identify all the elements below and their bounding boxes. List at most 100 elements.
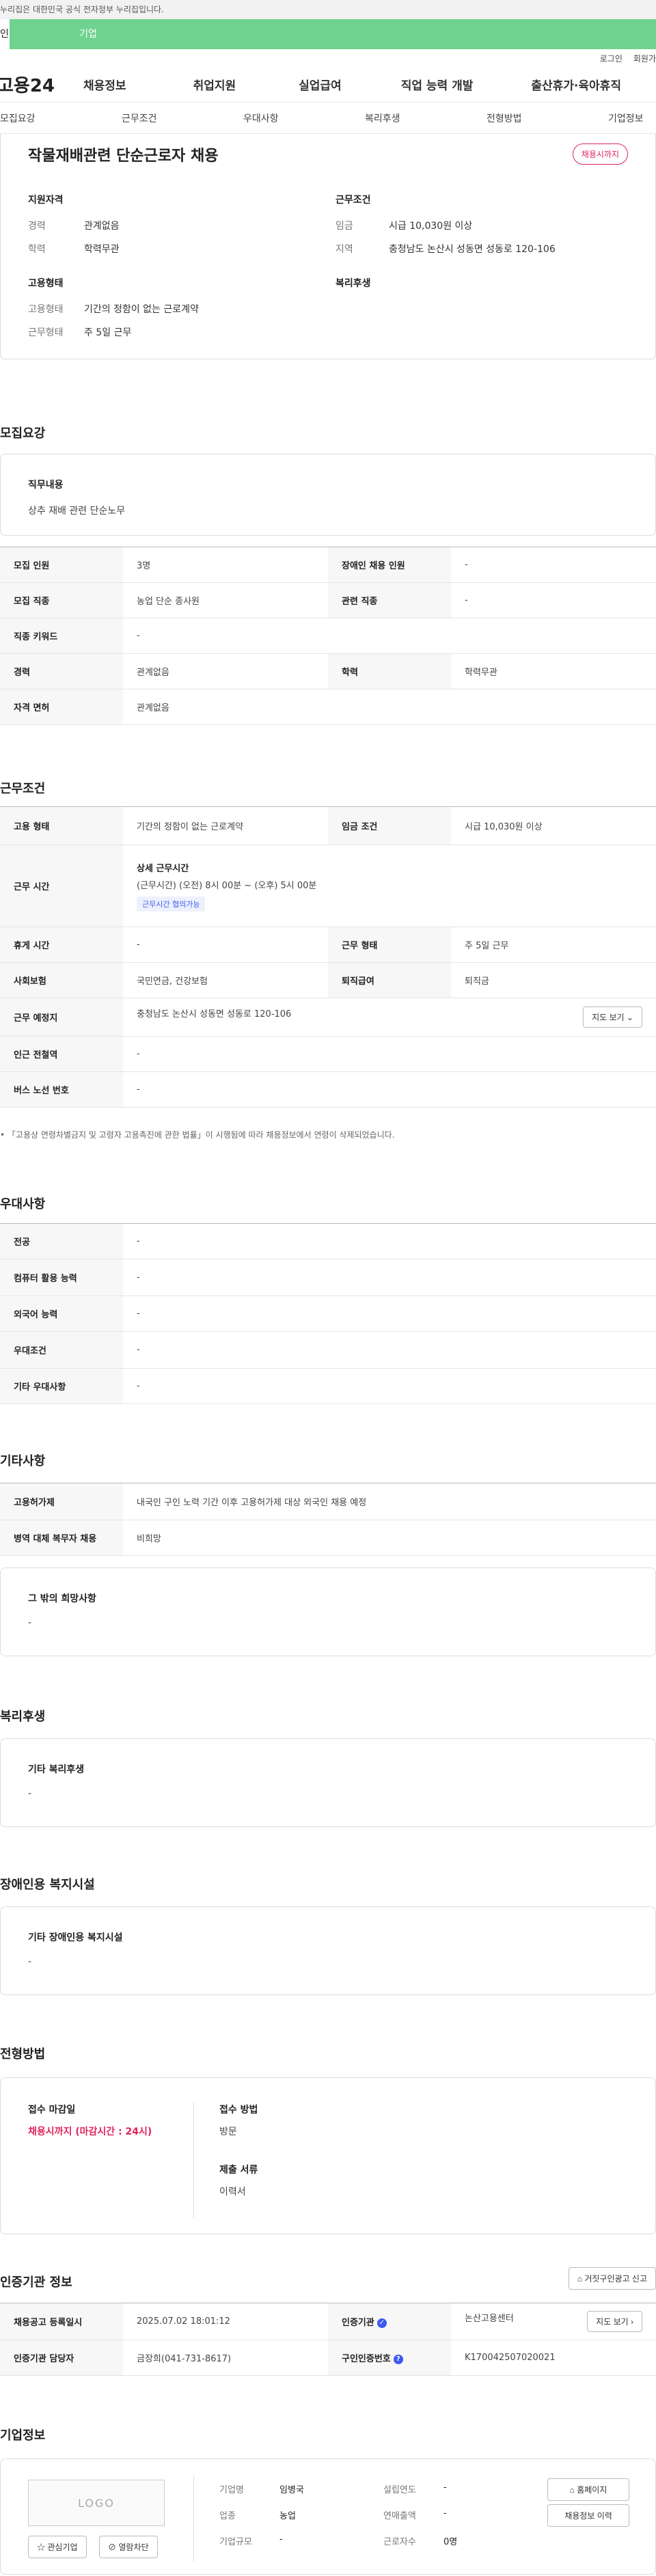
gnb-skills-development[interactable]: 직업 능력 개발: [401, 76, 474, 93]
severance-label: 퇴직급여: [328, 962, 451, 998]
occupation-label: 모집 직종: [0, 582, 123, 618]
table-row: 자격 면허 관계없음: [0, 689, 656, 725]
gnb-parental-leave[interactable]: 출산휴가·육아휴직: [531, 76, 621, 93]
conditions-block: 근무조건 임금 시급 10,030원 이상 지역 충청남도 논산시 성동면 성동로 …: [336, 193, 556, 302]
industry-label: 업종: [219, 2511, 236, 2521]
job-history-label: 채용정보 이력: [564, 2511, 612, 2521]
site-logo[interactable]: 고용24: [0, 72, 79, 97]
major-value: -: [137, 1236, 140, 1246]
other-wishes-box: 그 밖의 희망사항 -: [0, 1567, 656, 1656]
global-nav: 고용24 채용정보 취업지원 실업급여 직업 능력 개발 출산휴가·육아휴직: [0, 67, 656, 102]
military-label: 병역 대체 복무자 채용: [0, 1520, 123, 1556]
company-card: LOGO ☆ 관심기업 ⊘ 열람차단 기업명 임병국 설립연도 - 업종 농업 …: [0, 2458, 656, 2575]
agency-heading: 인증기관 정보: [0, 2275, 72, 2290]
employment-heading: 고용형태: [28, 278, 64, 289]
agency-map-button[interactable]: 지도 보기 ›: [587, 2311, 642, 2332]
agency-map-label: 지도 보기: [596, 2317, 629, 2327]
anchor-company[interactable]: 기업정보: [608, 111, 656, 125]
user-type-tabs: 인 기업: [0, 19, 656, 49]
wage-condition-label: 임금 조건: [328, 806, 451, 845]
language-label: 외국어 능력: [0, 1296, 123, 1332]
anchor-work[interactable]: 근무조건: [122, 111, 243, 125]
block-view-button[interactable]: ⊘ 열람차단: [99, 2536, 158, 2558]
anchor-welfare[interactable]: 복리후생: [365, 111, 487, 125]
license-value: 관계없음: [137, 703, 169, 713]
gnb-jobs[interactable]: 채용정보: [83, 76, 126, 93]
wage-value: 시급 10,030원 이상: [389, 221, 473, 232]
job-history-button[interactable]: 채용정보 이력: [547, 2504, 629, 2527]
work-hours-value: (근무시간) (오전) 8시 00분 ~ (오후) 5시 00분: [137, 880, 317, 891]
method-value: 방문: [219, 2126, 237, 2137]
chevron-right-icon: ›: [631, 2317, 633, 2327]
report-fake-ad-button[interactable]: ⌂ 거짓구인광고 신고: [568, 2267, 656, 2290]
map-button[interactable]: 지도 보기 ⌄: [583, 1006, 642, 1028]
founded-value: -: [443, 2482, 447, 2493]
work-hours-label: 근무 시간: [0, 845, 123, 927]
disability-value: -: [28, 1956, 32, 1967]
cert-number-label: 구인인증번호: [342, 2354, 391, 2364]
staff-label: 근로자수: [383, 2537, 416, 2547]
table-row: 모집 직종 농업 단순 종사원 관련 직종 -: [0, 582, 656, 618]
subway-value: -: [137, 1049, 140, 1059]
headcount-label: 모집 인원: [0, 547, 123, 583]
table-row: 사회보험 국민연금, 건강보험 퇴직급여 퇴직금: [0, 962, 656, 998]
other-pref-label: 기타 우대사항: [0, 1368, 123, 1404]
table-row: 우대조건 -: [0, 1331, 656, 1369]
workplace-cell: 충청남도 논산시 성동면 성동로 120-106 지도 보기 ⌄: [123, 998, 656, 1037]
emptype-label: 고용형태: [28, 304, 64, 315]
login-link[interactable]: 로그인: [600, 53, 623, 64]
permit-label: 고용허가제: [0, 1483, 123, 1520]
gnb-employment-support[interactable]: 취업지원: [193, 76, 236, 93]
disability-heading: 장애인용 복지시설: [0, 1878, 95, 1892]
other-wishes-value: -: [28, 1617, 32, 1628]
tab-individual[interactable]: 인: [0, 19, 10, 49]
favorite-company-label: 관심기업: [47, 2543, 78, 2552]
emptype-value-table: 기간의 정함이 없는 근로계약: [137, 822, 243, 832]
tab-company[interactable]: 기업: [64, 19, 112, 49]
favorite-company-button[interactable]: ☆ 관심기업: [28, 2536, 87, 2558]
company-name-label: 기업명: [219, 2485, 244, 2495]
insurance-value: 국민연금, 건강보험: [137, 976, 208, 987]
bus-value: -: [137, 1084, 140, 1095]
related-occupation-value: -: [465, 595, 468, 605]
table-row: 인근 전철역 -: [0, 1036, 656, 1072]
registered-label: 채용공고 등록일시: [0, 2303, 123, 2340]
career-value-table: 관계없음: [137, 668, 169, 678]
career-label-table: 경력: [0, 653, 123, 689]
subway-label: 인근 전철역: [0, 1036, 123, 1072]
education-label-table: 학력: [328, 653, 451, 689]
divider: [193, 2476, 194, 2562]
anchor-pref[interactable]: 우대사항: [243, 111, 365, 125]
selection-box: 접수 마감일 채용시까지 (마감시간 : 24시) 접수 방법 방문 제출 서류…: [0, 2077, 656, 2234]
gnb-unemployment-benefit[interactable]: 실업급여: [299, 76, 342, 93]
table-row: 버스 노선 번호 -: [0, 1071, 656, 1108]
anchor-recruit[interactable]: 모집요강: [0, 111, 122, 125]
join-link[interactable]: 회원가: [633, 53, 656, 64]
manager-label: 인증기관 담당자: [0, 2340, 123, 2376]
disability-label: 기타 장애인용 복지시설: [28, 1932, 123, 1943]
table-row: 휴게 시간 - 근무 형태 주 5일 근무: [0, 927, 656, 963]
qualification-block: 지원자격 경력 관계없음 학력 학력무관 고용형태 고용형태 기간의 정함이 없는 근…: [28, 193, 199, 348]
map-button-label: 지도 보기: [592, 1013, 625, 1022]
registered-value: 2025.07.02 18:01:12: [137, 2316, 230, 2327]
gov-banner: 누리집은 대한민국 공식 전자정부 누리집입니다.: [0, 0, 656, 19]
company-logo: LOGO: [28, 2480, 165, 2526]
military-value: 비희망: [137, 1534, 161, 1544]
work-table: 고용 형태 기간의 정함이 없는 근로계약 임금 조건 시급 10,030원 이…: [0, 806, 656, 1108]
related-occupation-label: 관련 직종: [328, 582, 451, 618]
pref-table: 전공 - 컴퓨터 활용 능력 - 외국어 능력 - 우대조건 - 기타 우대사항 -: [0, 1223, 656, 1404]
recruit-table: 모집 인원 3명 장애인 채용 인원 - 모집 직종 농업 단순 종사원 관련 …: [0, 547, 656, 725]
age-notice-text: 「고용상 연령차별금지 및 고령자 고용촉진에 관한 법률」이 시행됨에 따라 …: [7, 1130, 395, 1140]
wage-label: 임금: [336, 221, 353, 232]
deadline-value: 채용시까지 (마감시간 : 24시): [28, 2126, 152, 2137]
preference-value: -: [137, 1345, 140, 1355]
utility-menu: 로그인 회원가: [0, 49, 656, 67]
insurance-label: 사회보험: [0, 962, 123, 998]
anchor-selection[interactable]: 전형방법: [487, 111, 608, 125]
divider: [193, 2102, 194, 2219]
deadline-badge: 채용시까지: [572, 143, 628, 165]
preference-label: 우대조건: [0, 1331, 123, 1369]
occupation-value: 농업 단순 종사원: [137, 597, 200, 607]
cert-number-value: K170042507020021: [465, 2353, 556, 2363]
homepage-button[interactable]: ⌂ 홈페이지: [547, 2478, 629, 2501]
